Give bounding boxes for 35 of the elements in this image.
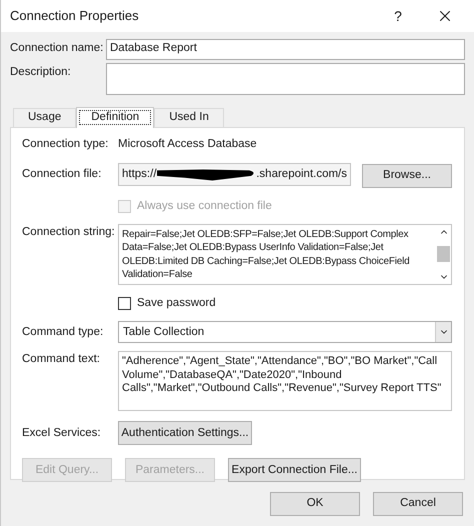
dialog-button[interactable]: OK xyxy=(270,492,360,516)
command-type-select[interactable]: Table Collection xyxy=(118,321,452,344)
field-label: Command type: xyxy=(22,324,104,340)
description-field[interactable] xyxy=(106,63,465,95)
field-label: Description: xyxy=(10,65,72,80)
field-label: Connection file: xyxy=(22,167,102,182)
browse-button[interactable]: Browse... xyxy=(362,164,452,188)
connection-string-line: Repair=False;Jet OLEDB:SFP=False;Jet OLEDB:Support Complex xyxy=(122,228,410,242)
command-text-field[interactable]: "Adherence","Agent_State","Attendance","BO","BO Market","Call Volume","DatabaseQA","Date2020","Inbound Calls","Market","Outbound Calls","Revenue","Survey Report TTS" xyxy=(118,351,452,412)
connection-type-value: Microsoft Access Database xyxy=(118,137,257,152)
connection-name-field[interactable]: Database Report xyxy=(106,38,465,60)
command-text-line: "Adherence","Agent_State","Attendance","BO","BO Market","Call xyxy=(122,355,438,369)
field-label: Connection type: xyxy=(22,137,110,152)
help-button[interactable]: ? xyxy=(388,6,408,26)
dialog-button[interactable]: Cancel xyxy=(373,492,463,516)
field-label: Command text: xyxy=(22,352,101,368)
window-title: Connection Properties xyxy=(10,7,140,26)
authentication-settings-button[interactable]: Authentication Settings... xyxy=(118,421,252,446)
tab[interactable]: Used In xyxy=(154,108,224,127)
command-text-line: Volume","DatabaseQA","Date2020","Inbound xyxy=(122,368,343,382)
action-button[interactable]: Export Connection File... xyxy=(228,458,361,482)
field-label: Connection string: xyxy=(22,224,116,240)
checkbox-label: Save password xyxy=(137,296,216,311)
checkbox-label: Always use connection file xyxy=(137,198,272,214)
tab[interactable]: Usage xyxy=(13,108,76,127)
connection-string-field[interactable]: Repair=False;Jet OLEDB:SFP=False;Jet OLEDB:Support Complex Data=False;Jet OLEDB:Bypass UserInfo Validation=False;Jet OLEDB:Limited DB Caching=False;Jet OLEDB:Bypass ChoiceField Validation=False xyxy=(118,224,452,285)
checkbox[interactable] xyxy=(118,297,131,310)
command-text-line: Calls","Market","Outbound Calls","Revenue","Survey Report TTS" xyxy=(122,382,442,396)
connection-string-line: Data=False;Jet OLEDB:Bypass UserInfo Validation=False;Jet xyxy=(122,241,384,255)
field-label: Connection name: xyxy=(10,41,104,56)
tab[interactable]: Definition xyxy=(76,107,154,128)
connection-string-line: OLEDB:Limited DB Caching=False;Jet OLEDB:Bypass ChoiceField xyxy=(122,254,410,268)
connection-file-field[interactable]: https:// .sharepoint.com/s xyxy=(118,163,351,186)
field-label: Excel Services: xyxy=(22,426,102,440)
connection-string-line: Validation=False xyxy=(122,268,194,282)
